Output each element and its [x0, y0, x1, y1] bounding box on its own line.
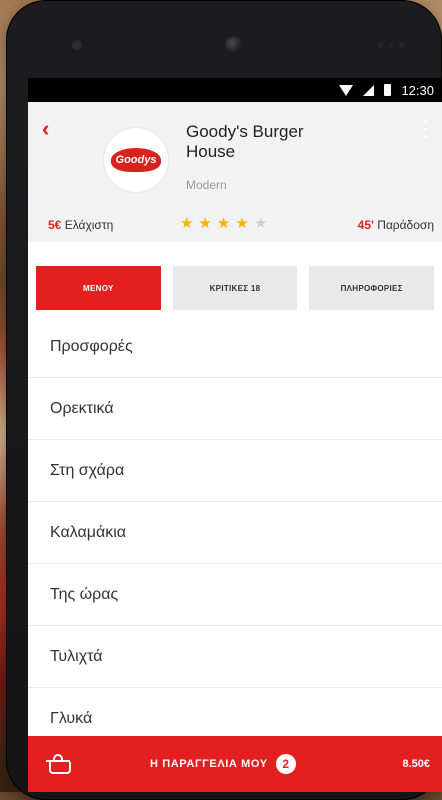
- star-icon: ★: [198, 215, 212, 232]
- status-bar: 12:30: [28, 78, 442, 102]
- delivery-time: 45' Παράδοση: [358, 218, 434, 232]
- menu-item-wraps[interactable]: Τυλιχτά: [28, 626, 442, 688]
- star-icon: ★: [235, 215, 249, 232]
- restaurant-category: Modern: [186, 178, 227, 192]
- signal-icon: [363, 84, 375, 96]
- phone-sensor-dot: [72, 40, 82, 50]
- min-order-label: Ελάχιστη: [64, 218, 114, 232]
- my-order-label: Η ΠΑΡΑΓΓΕΛΙΑ ΜΟΥ: [150, 758, 268, 770]
- order-total: 8.50€: [402, 758, 430, 770]
- menu-item-grilled-to-order[interactable]: Της ώρας: [28, 564, 442, 626]
- front-camera: [225, 36, 243, 54]
- delivery-minutes: 45': [357, 218, 374, 232]
- logo-mark: Goodys: [111, 148, 161, 172]
- restaurant-header: ‹ Goodys Goody's Burger House Modern 5€ …: [28, 102, 442, 242]
- my-order-bar[interactable]: Η ΠΑΡΑΓΓΕΛΙΑ ΜΟΥ 2 8.50€: [28, 736, 442, 792]
- app-screen: 12:30 ‹ Goodys Goody's Burger House Mode…: [28, 78, 442, 792]
- min-order: 5€ Ελάχιστη: [48, 218, 113, 232]
- tab-menu[interactable]: ΜΕΝΟΥ: [36, 266, 161, 310]
- status-time: 12:30: [401, 82, 434, 98]
- basket-icon[interactable]: [46, 754, 72, 774]
- tab-info[interactable]: ΠΛΗΡΟΦΟΡΙΕΣ: [309, 266, 435, 310]
- restaurant-name: Goody's Burger House: [186, 122, 304, 161]
- min-order-value: 5€: [48, 218, 62, 232]
- star-icon: ★: [180, 215, 194, 232]
- order-count-badge: 2: [275, 754, 296, 774]
- star-icon: ★: [253, 215, 268, 232]
- menu-list: Προσφορές Ορεκτικά Στη σχάρα Καλαμάκια Τ…: [28, 316, 442, 750]
- delivery-label: Παράδοση: [377, 218, 434, 232]
- more-options-icon[interactable]: [424, 120, 428, 138]
- menu-item-appetizers[interactable]: Ορεκτικά: [28, 378, 442, 440]
- phone-speaker: [378, 42, 405, 48]
- tab-reviews[interactable]: ΚΡΙΤΙΚΕΣ 18: [172, 266, 298, 310]
- tab-bar: ΜΕΝΟΥ ΚΡΙΤΙΚΕΣ 18 ΠΛΗΡΟΦΟΡΙΕΣ: [28, 242, 442, 316]
- menu-item-offers[interactable]: Προσφορές: [28, 316, 442, 378]
- menu-item-grill[interactable]: Στη σχάρα: [28, 440, 442, 502]
- star-icon: ★: [216, 215, 231, 232]
- wifi-icon: [339, 84, 354, 96]
- back-arrow-icon[interactable]: ‹: [42, 116, 49, 142]
- battery-icon: [384, 84, 392, 96]
- restaurant-logo: Goodys: [104, 128, 168, 192]
- rating-stars: ★ ★ ★ ★ ★: [180, 216, 267, 231]
- menu-item-skewers[interactable]: Καλαμάκια: [28, 502, 442, 564]
